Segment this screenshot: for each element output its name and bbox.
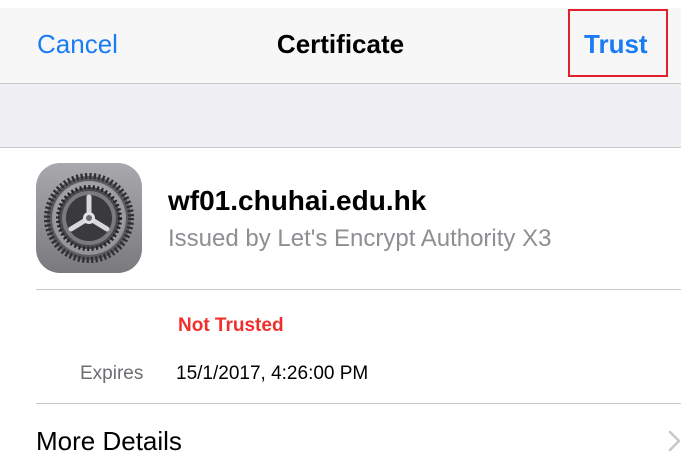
trust-button-label: Trust <box>584 29 648 59</box>
trust-button[interactable]: Trust <box>568 9 668 77</box>
chevron-right-icon <box>668 430 681 452</box>
trust-status-label: Not Trusted <box>178 315 284 336</box>
more-details-row[interactable]: More Details <box>0 404 681 456</box>
divider <box>36 289 681 290</box>
more-details-label: More Details <box>36 426 182 456</box>
settings-gear-icon <box>36 163 142 273</box>
expires-value: 15/1/2017, 4:26:00 PM <box>176 363 369 384</box>
top-strip <box>0 0 681 8</box>
navigation-bar: Cancel Certificate Trust <box>0 8 681 84</box>
certificate-name: wf01.chuhai.edu.hk <box>168 185 427 216</box>
certificate-issuer: Issued by Let's Encrypt Authority X3 <box>168 225 552 252</box>
section-header <box>0 84 681 148</box>
expires-label: Expires <box>80 363 144 384</box>
certificate-screen: Cancel Certificate Trust wf01.chuhai.edu… <box>0 0 681 456</box>
